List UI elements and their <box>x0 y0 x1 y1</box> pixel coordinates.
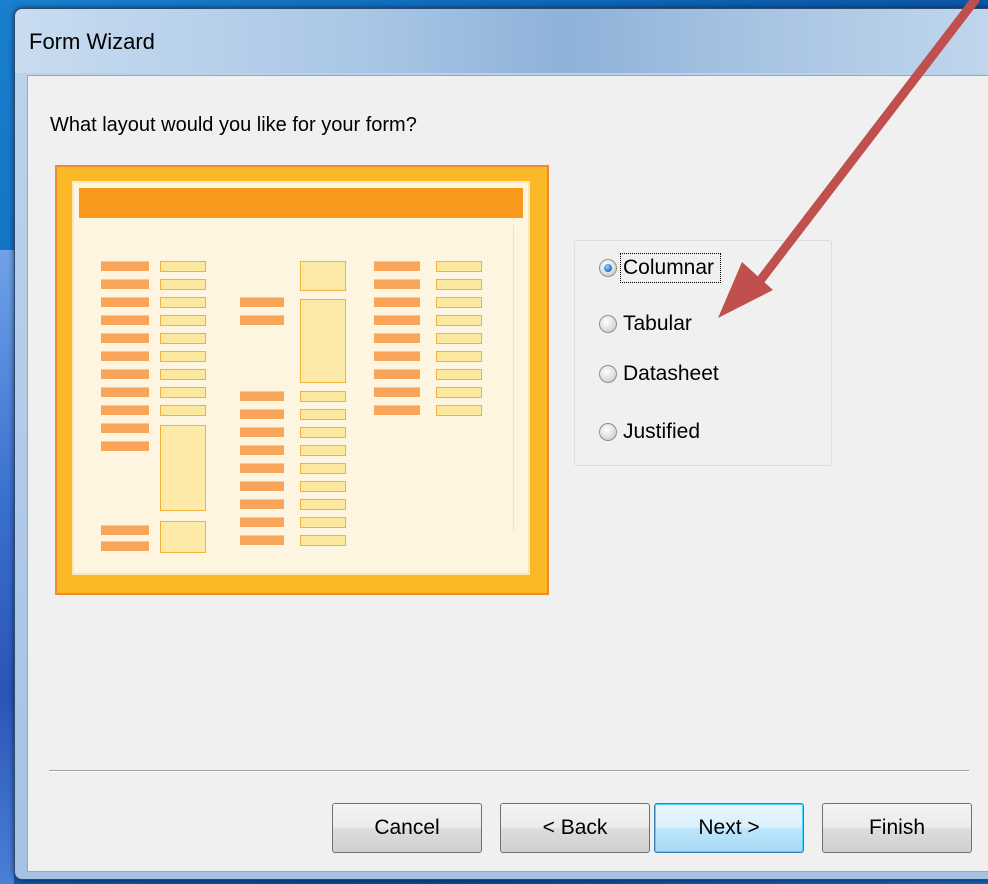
dialog-body: What layout would you like for your form… <box>27 75 988 872</box>
tabular-label[interactable]: Tabular <box>623 312 692 336</box>
title-bar[interactable]: Form Wizard <box>15 9 988 73</box>
layout-options-group: Columnar Tabular Datasheet Justified <box>574 240 832 466</box>
finish-button[interactable]: Finish <box>822 803 972 853</box>
columnar-radio[interactable] <box>599 259 617 277</box>
window-title: Form Wizard <box>29 29 155 54</box>
justified-option[interactable]: Justified <box>599 417 700 447</box>
preview-form-canvas <box>72 181 530 575</box>
layout-question: What layout would you like for your form… <box>50 114 417 136</box>
next-button[interactable]: Next > <box>654 803 804 853</box>
datasheet-label[interactable]: Datasheet <box>623 362 719 386</box>
form-wizard-dialog: Form Wizard What layout would you like f… <box>14 8 988 880</box>
tabular-radio[interactable] <box>599 315 617 333</box>
justified-label[interactable]: Justified <box>623 420 700 444</box>
cancel-button[interactable]: Cancel <box>332 803 482 853</box>
tabular-option[interactable]: Tabular <box>599 309 692 339</box>
columnar-option[interactable]: Columnar <box>599 253 722 283</box>
back-button[interactable]: < Back <box>500 803 650 853</box>
datasheet-radio[interactable] <box>599 365 617 383</box>
columnar-label[interactable]: Columnar <box>619 253 722 283</box>
preview-form-header <box>79 188 523 218</box>
layout-preview-image <box>55 165 549 595</box>
datasheet-option[interactable]: Datasheet <box>599 359 719 389</box>
desktop-background <box>0 250 14 884</box>
footer-separator <box>49 770 969 772</box>
justified-radio[interactable] <box>599 423 617 441</box>
